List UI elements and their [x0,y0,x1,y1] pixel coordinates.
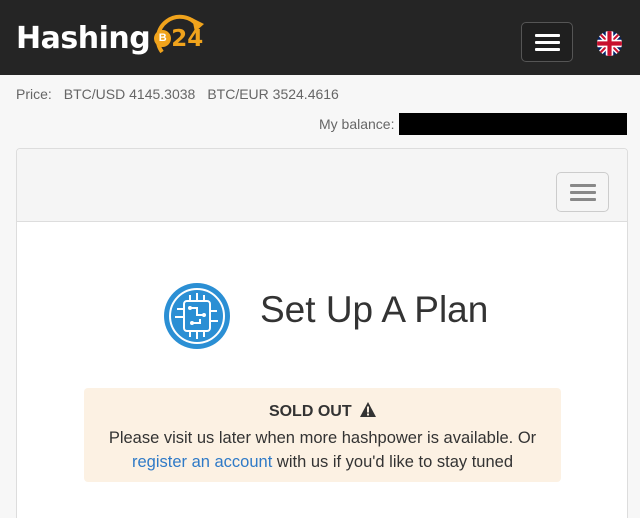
hamburger-line [570,198,596,201]
price-ticker: Price: BTC/USD 4145.3038 BTC/EUR 3524.4616 [16,86,351,102]
panel-menu-toggle-button[interactable] [556,172,609,212]
balance-label: My balance: [319,116,395,132]
circuit-chip-icon [162,281,232,351]
balance-value [399,113,627,135]
alert-title-text: SOLD OUT [268,403,352,420]
hamburger-line [535,41,560,44]
alert-line-2: with us if you'd like to stay tuned [272,453,514,471]
main-menu-toggle-button[interactable] [521,22,573,62]
hamburger-line [570,191,596,194]
alert-message: Please visit us later when more hashpowe… [84,426,561,474]
logo-badge-icon: B 24 [154,12,212,64]
panel-header [17,149,627,222]
hamburger-menu-icon [570,184,596,187]
sold-out-alert: SOLD OUT Please visit us later when more… [84,388,561,482]
alert-line-1: Please visit us later when more hashpowe… [108,429,537,447]
btc-eur-price: BTC/EUR 3524.4616 [207,86,339,102]
logo-number: 24 [171,26,204,52]
register-account-link[interactable]: register an account [132,453,272,471]
hamburger-line [535,48,560,51]
plan-panel: Set Up A Plan SOLD OUT Please visit us l… [16,148,628,518]
page-title: Set Up A Plan [260,289,489,330]
price-label: Price: [16,86,52,102]
warning-icon [360,402,377,422]
uk-flag-icon[interactable] [597,31,622,56]
btc-usd-price: BTC/USD 4145.3038 [63,86,196,102]
alert-title: SOLD OUT [84,402,561,422]
hashing24-logo[interactable]: Hashing B 24 [16,10,212,66]
hamburger-menu-icon [535,34,560,37]
logo-text: Hashing [16,20,151,56]
top-navbar: Hashing B 24 [0,0,640,75]
